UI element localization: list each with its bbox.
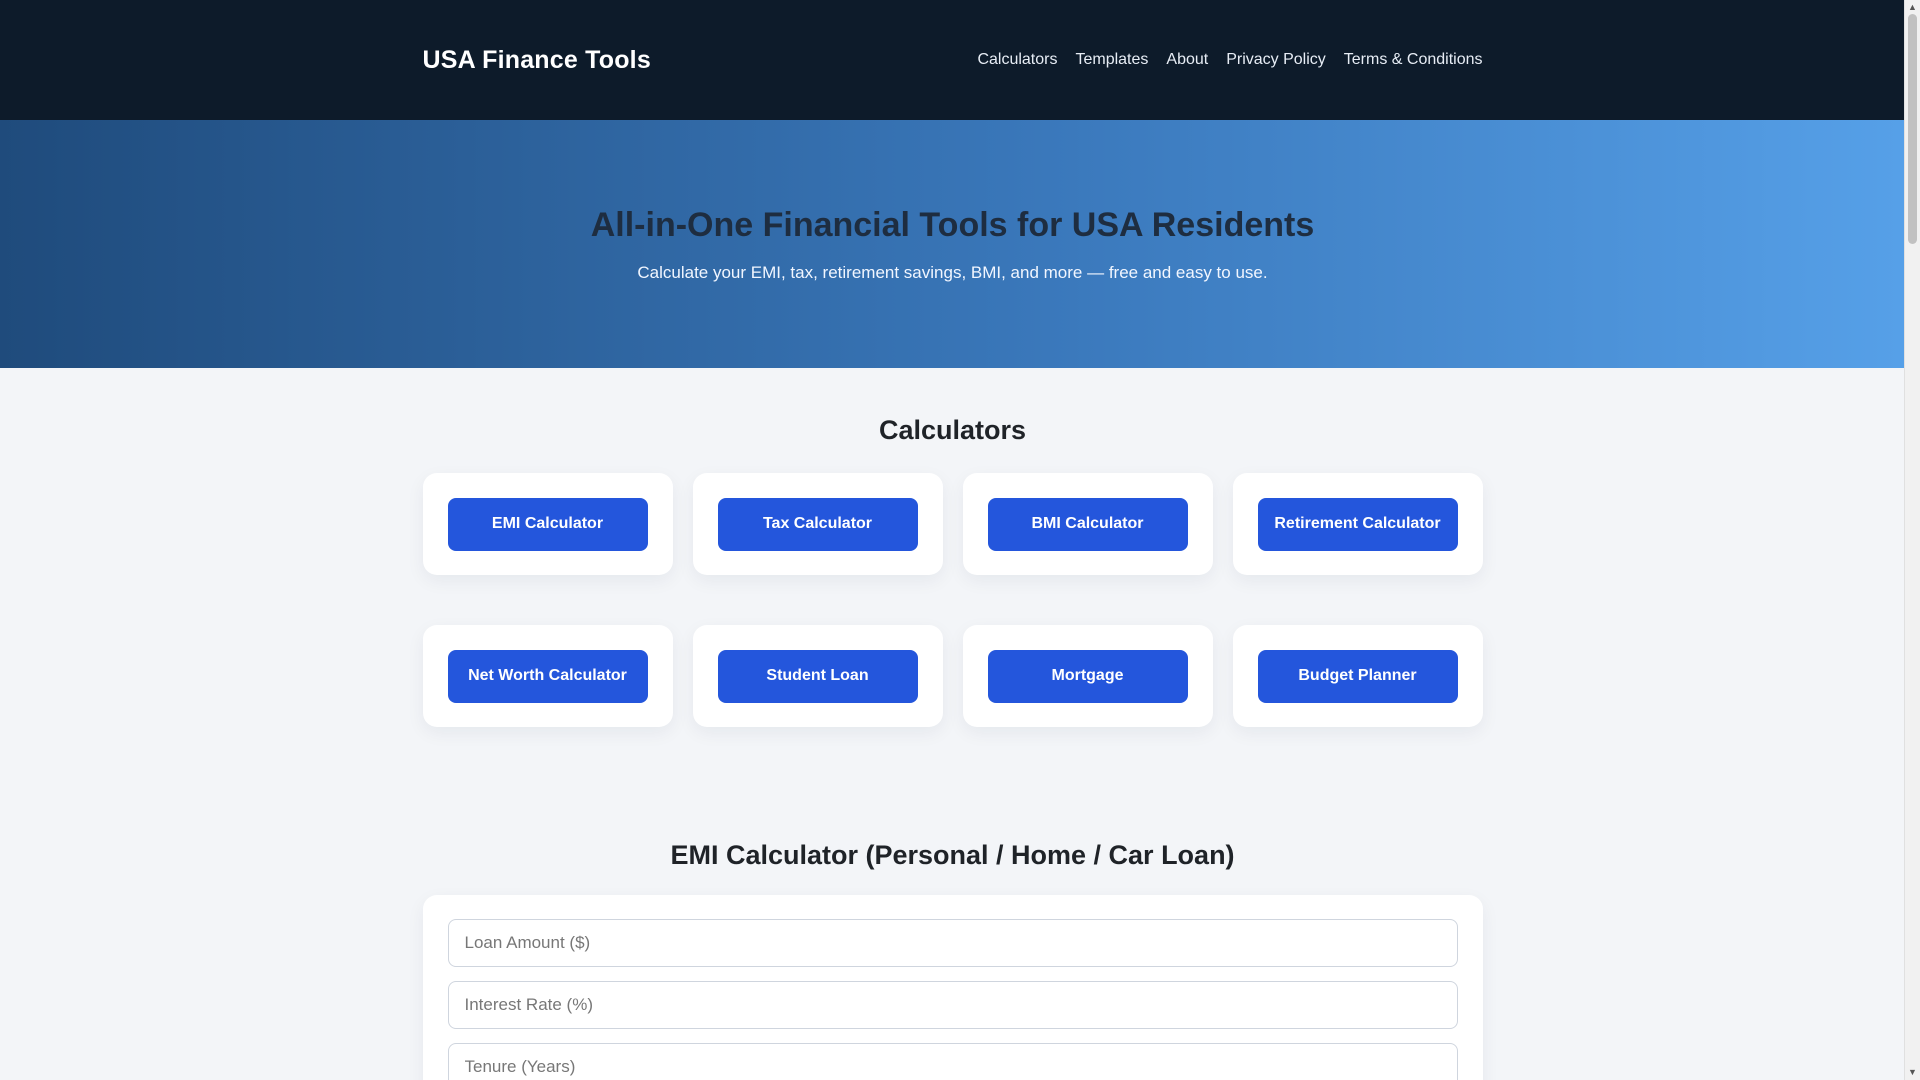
hero-subtitle: Calculate your EMI, tax, retirement savi… (637, 263, 1268, 282)
retirement-calculator-button[interactable]: Retirement Calculator (1257, 497, 1458, 551)
hero-banner: All-in-One Financial Tools for USA Resid… (0, 120, 1905, 368)
nav-calculators[interactable]: Calculators (977, 51, 1057, 69)
calculator-card-retirement: Retirement Calculator (1232, 473, 1483, 575)
brand-logo[interactable]: USA Finance Tools (423, 46, 651, 75)
budget-planner-button[interactable]: Budget Planner (1257, 649, 1458, 703)
scroll-down-arrow-icon[interactable]: ▼ (1905, 1065, 1920, 1080)
calculators-heading: Calculators (878, 415, 1027, 445)
net-worth-calculator-button[interactable]: Net Worth Calculator (447, 649, 648, 703)
header-container: USA Finance Tools Calculators Templates … (423, 0, 1483, 120)
calculator-card-bmi: BMI Calculator (962, 473, 1213, 575)
calculator-card-mortgage: Mortgage (962, 625, 1213, 727)
page-scrollbar[interactable]: ▲ ▼ (1904, 0, 1920, 1080)
emi-calculator-heading: EMI Calculator (Personal / Home / Car Lo… (670, 840, 1235, 870)
nav-privacy-policy[interactable]: Privacy Policy (1226, 51, 1326, 69)
emi-calculator-button[interactable]: EMI Calculator (447, 497, 648, 551)
emi-form-card (422, 895, 1483, 1080)
main-content: Calculators EMI Calculator Tax Calculato… (422, 368, 1483, 1080)
tenure-input[interactable] (447, 1043, 1458, 1080)
tax-calculator-button[interactable]: Tax Calculator (717, 497, 918, 551)
nav-about[interactable]: About (1166, 51, 1208, 69)
calculator-card-budget-planner: Budget Planner (1232, 625, 1483, 727)
loan-amount-input[interactable] (447, 919, 1458, 967)
calculator-card-net-worth: Net Worth Calculator (422, 625, 673, 727)
student-loan-button[interactable]: Student Loan (717, 649, 918, 703)
page: USA Finance Tools Calculators Templates … (0, 0, 1905, 1080)
mortgage-button[interactable]: Mortgage (987, 649, 1188, 703)
calculators-grid: EMI Calculator Tax Calculator BMI Calcul… (422, 473, 1483, 727)
scroll-up-arrow-icon[interactable]: ▲ (1905, 0, 1920, 14)
scrollbar-thumb[interactable] (1908, 14, 1917, 244)
calculator-card-student-loan: Student Loan (692, 625, 943, 727)
calculator-card-tax: Tax Calculator (692, 473, 943, 575)
site-header: USA Finance Tools Calculators Templates … (0, 0, 1905, 120)
nav-templates[interactable]: Templates (1075, 51, 1148, 69)
bmi-calculator-button[interactable]: BMI Calculator (987, 497, 1188, 551)
interest-rate-input[interactable] (447, 981, 1458, 1029)
main-nav: Calculators Templates About Privacy Poli… (977, 51, 1482, 69)
nav-terms-conditions[interactable]: Terms & Conditions (1344, 51, 1483, 69)
hero-title: All-in-One Financial Tools for USA Resid… (590, 206, 1315, 244)
calculator-card-emi: EMI Calculator (422, 473, 673, 575)
